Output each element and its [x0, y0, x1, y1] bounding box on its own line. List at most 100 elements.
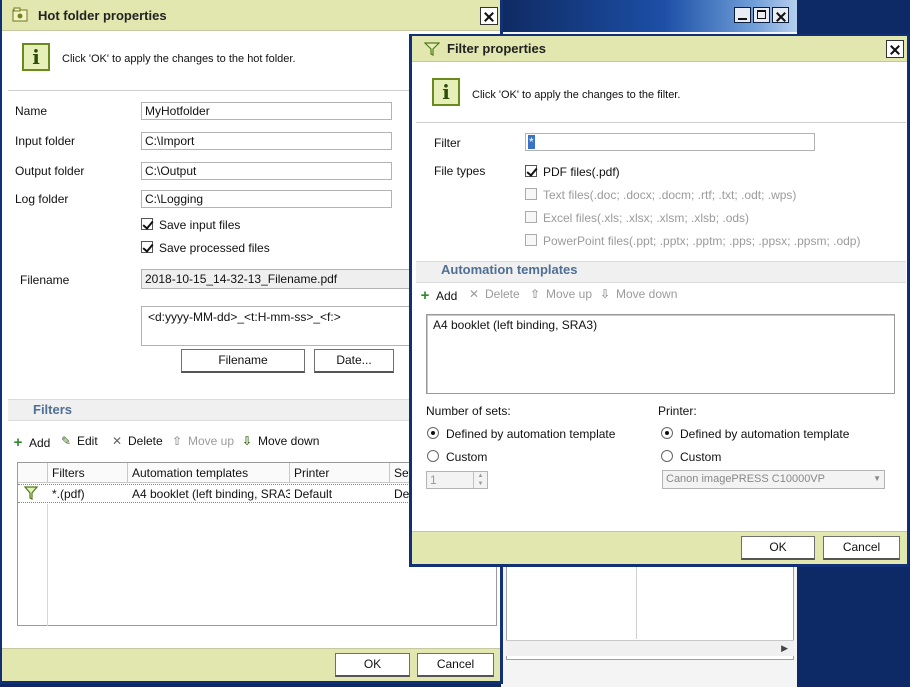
arrow-up-icon: ⇧ — [171, 434, 183, 448]
printer-custom-label: Custom — [680, 450, 722, 464]
printer-value: Canon imagePRESS C10000VP — [666, 473, 825, 485]
filter-dialog: Filter properties i Click 'OK' to apply … — [409, 34, 909, 567]
divider — [416, 122, 906, 123]
name-label: Name — [15, 104, 48, 118]
filename-preview: 2018-10-15_14-32-13_Filename.pdf — [141, 269, 411, 289]
sets-custom-label: Custom — [446, 450, 488, 464]
powerpoint-files-label: PowerPoint files(.ppt; .pptx; .pptm; .pp… — [543, 234, 861, 248]
filename-pattern-field[interactable]: <d:yyyy-MM-dd>_<t:H-mm-ss>_<f:> — [141, 306, 411, 346]
hot-folder-cancel-button[interactable]: Cancel — [417, 653, 494, 677]
minimize-icon — [738, 18, 747, 20]
col-filters[interactable]: Filters — [48, 463, 128, 483]
arrow-up-icon: ⇧ — [529, 287, 541, 301]
delete-icon: ✕ — [111, 434, 123, 448]
row-header-divider — [47, 504, 48, 626]
pencil-icon: ✎ — [60, 434, 72, 448]
sets-defined-label: Defined by automation template — [446, 427, 616, 441]
maximize-button[interactable] — [753, 7, 770, 23]
printer-defined-label: Defined by automation template — [680, 427, 850, 441]
info-text: Click 'OK' to apply the changes to the h… — [62, 53, 296, 65]
text-files-label: Text files(.doc; .docx; .docm; .rtf; .tx… — [543, 188, 797, 202]
date-button[interactable]: Date... — [314, 349, 394, 373]
filename-label: Filename — [20, 273, 70, 287]
chevron-down-icon: ▼ — [873, 474, 881, 483]
output-folder-field[interactable]: C:\Output — [141, 162, 392, 180]
move-up-button[interactable]: ⇧ Move up — [170, 434, 234, 448]
filter-info-icon: i — [432, 78, 460, 106]
edit-filter-button[interactable]: ✎ Edit — [59, 434, 98, 448]
filter-label: Filter — [434, 136, 461, 150]
file-types-label: File types — [434, 164, 486, 178]
pdf-files-checkbox[interactable] — [525, 165, 537, 177]
log-folder-label: Log folder — [15, 192, 69, 206]
delete-label: Delete — [485, 287, 520, 301]
delete-filter-button[interactable]: ✕ Delete — [110, 434, 163, 448]
sets-defined-radio[interactable] — [427, 427, 439, 439]
printer-defined-radio[interactable] — [661, 427, 673, 439]
template-move-up-button[interactable]: ⇧ Move up — [528, 287, 592, 301]
filter-info-text: Click 'OK' to apply the changes to the f… — [472, 89, 681, 101]
text-files-checkbox[interactable] — [525, 188, 537, 200]
move-down-button[interactable]: ⇩ Move down — [240, 434, 319, 448]
row-printer: Default — [294, 487, 333, 501]
printer-label: Printer: — [658, 404, 697, 418]
delete-template-button[interactable]: ✕ Delete — [467, 287, 520, 301]
filter-close-button[interactable] — [886, 40, 904, 58]
hot-folder-ok-button[interactable]: OK — [335, 653, 410, 677]
hot-folder-icon — [12, 7, 28, 22]
move-down-label: Move down — [258, 434, 320, 448]
sets-stepper[interactable]: 1 ▲ ▼ — [426, 471, 488, 489]
table-corner — [18, 463, 48, 483]
list-item[interactable]: A4 booklet (left binding, SRA3) — [429, 316, 601, 334]
automation-title: Automation templates — [441, 262, 578, 277]
row-filter: *.(pdf) — [52, 487, 85, 501]
add-label: Add — [29, 436, 51, 450]
printer-select[interactable]: Canon imagePRESS C10000VP ▼ — [662, 470, 885, 489]
move-down-label: Move down — [616, 287, 678, 301]
templates-list[interactable]: A4 booklet (left binding, SRA3) — [426, 314, 895, 394]
move-up-label: Move up — [188, 434, 235, 448]
filename-button[interactable]: Filename — [181, 349, 305, 373]
filter-titlebar: Filter properties — [412, 36, 907, 62]
stepper-arrows-icon[interactable]: ▲ ▼ — [473, 472, 487, 488]
pdf-files-label: PDF files(.pdf) — [543, 165, 620, 179]
add-filter-button[interactable]: + Add — [11, 434, 51, 451]
arrow-down-icon: ⇩ — [241, 434, 253, 448]
col-automation-templates[interactable]: Automation templates — [128, 463, 290, 483]
sets-label: Number of sets: — [426, 404, 511, 418]
save-processed-label: Save processed files — [159, 241, 270, 255]
sets-value: 1 — [430, 473, 437, 487]
filter-ok-button[interactable]: OK — [741, 536, 815, 560]
info-icon: i — [22, 43, 50, 71]
hot-folder-close-button[interactable] — [480, 7, 498, 25]
scroll-right-icon: ▶ — [781, 643, 788, 653]
save-processed-checkbox[interactable] — [141, 241, 153, 253]
add-template-button[interactable]: + Add — [418, 287, 458, 304]
powerpoint-files-checkbox[interactable] — [525, 234, 537, 246]
template-move-down-button[interactable]: ⇩ Move down — [598, 287, 677, 301]
plus-icon: + — [13, 434, 23, 451]
move-up-label: Move up — [546, 287, 593, 301]
log-folder-field[interactable]: C:\Logging — [141, 190, 392, 208]
name-field[interactable]: MyHotfolder — [141, 102, 392, 120]
maximize-icon — [757, 10, 766, 19]
add-label: Add — [436, 289, 458, 303]
filter-field[interactable]: * — [525, 133, 815, 151]
save-input-label: Save input files — [159, 218, 241, 232]
background-close-button[interactable] — [772, 7, 789, 23]
col-printer[interactable]: Printer — [290, 463, 390, 483]
minimize-button[interactable] — [734, 7, 751, 23]
hot-folder-title: Hot folder properties — [38, 8, 167, 23]
delete-icon: ✕ — [468, 287, 480, 301]
filter-cancel-button[interactable]: Cancel — [823, 536, 900, 560]
horizontal-scrollbar[interactable]: ▶ — [506, 640, 794, 656]
input-folder-field[interactable]: C:\Import — [141, 132, 392, 150]
save-input-checkbox[interactable] — [141, 218, 153, 230]
printer-custom-radio[interactable] — [661, 450, 673, 462]
excel-files-label: Excel files(.xls; .xlsx; .xlsm; .xlsb; .… — [543, 211, 750, 225]
input-folder-label: Input folder — [15, 134, 76, 148]
sets-custom-radio[interactable] — [427, 450, 439, 462]
hot-folder-titlebar: Hot folder properties — [2, 0, 500, 31]
filters-title: Filters — [33, 402, 73, 417]
excel-files-checkbox[interactable] — [525, 211, 537, 223]
